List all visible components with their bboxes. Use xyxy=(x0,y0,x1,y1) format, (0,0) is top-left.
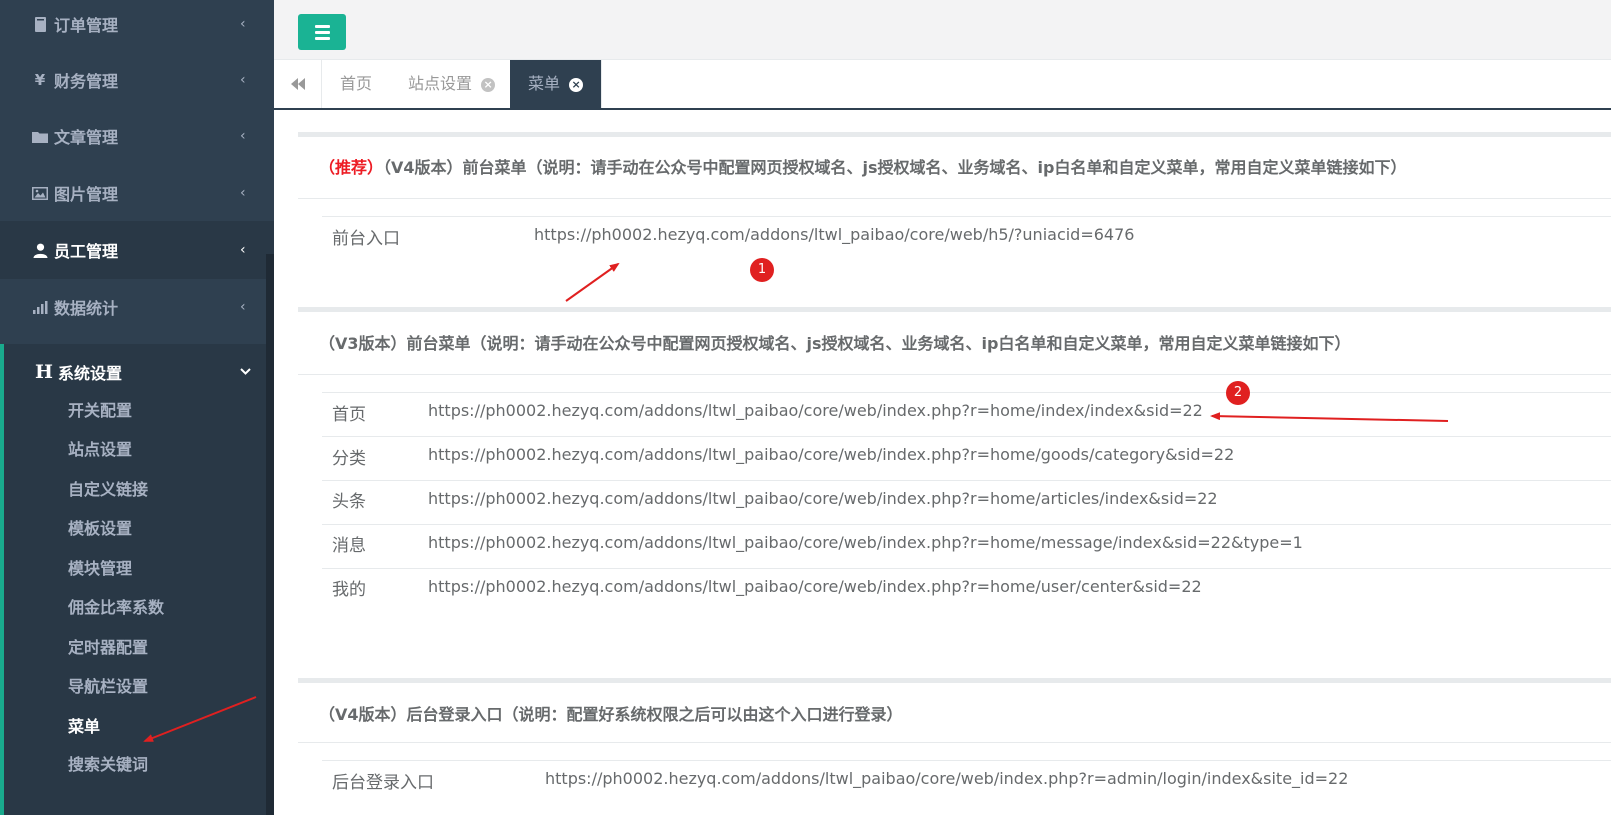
row-url: https://ph0002.hezyq.com/addons/ltwl_pai… xyxy=(428,577,1202,596)
chevron-down-icon xyxy=(240,365,251,380)
sidebar-item-label: 系统设置 xyxy=(58,364,123,383)
tab-site-settings[interactable]: 站点设置 × xyxy=(390,60,515,108)
tab-label: 首页 xyxy=(340,74,373,93)
submenu-item-custom-links[interactable]: 自定义链接 xyxy=(68,475,148,505)
section-title-v4: （推荐）（V4版本）前台菜单（说明：请手动在公众号中配置网页授权域名、js授权域… xyxy=(319,154,1406,178)
sidebar-item-system-settings[interactable]: H 系统设置 xyxy=(4,344,274,400)
tab-home[interactable]: 首页 xyxy=(322,60,392,108)
annotation-badge: 1 xyxy=(750,258,774,282)
row-label: 分类 xyxy=(332,449,366,469)
chevron-left-icon: ‹ xyxy=(240,299,246,315)
row-url: https://ph0002.hezyq.com/addons/ltwl_pai… xyxy=(428,489,1218,508)
yen-icon: ¥ xyxy=(34,71,46,89)
row-label: 首页 xyxy=(332,405,366,425)
image-icon xyxy=(31,184,49,202)
h-icon: H xyxy=(35,361,53,383)
divider xyxy=(298,198,1611,199)
app: 订单管理 ‹ ¥ 财务管理 ‹ 文章管理 ‹ 图片管理 ‹ 员工管理 ‹ 数据统… xyxy=(0,0,1611,815)
annotation-badge: 2 xyxy=(1226,381,1250,405)
double-chevron-left-icon xyxy=(290,75,305,94)
submenu-item-navbar-settings[interactable]: 导航栏设置 xyxy=(68,672,148,702)
tab-menu[interactable]: 菜单 × xyxy=(510,60,603,108)
submenu-item-template-settings[interactable]: 模板设置 xyxy=(68,514,132,544)
chevron-left-icon: ‹ xyxy=(240,185,246,201)
row-label: 我的 xyxy=(332,580,366,600)
menu-toggle-button[interactable] xyxy=(298,14,346,50)
divider xyxy=(322,568,1611,569)
chevron-left-icon: ‹ xyxy=(240,16,246,32)
tab-bar: 首页 站点设置 × 菜单 × xyxy=(274,60,1611,110)
sidebar-item-label: 数据统计 xyxy=(54,299,119,318)
submenu-item-switch-config[interactable]: 开关配置 xyxy=(68,396,132,426)
divider xyxy=(322,480,1611,481)
hamburger-icon xyxy=(314,24,330,28)
user-icon xyxy=(31,241,49,259)
divider xyxy=(298,742,1611,743)
sidebar-item-images[interactable]: 图片管理 ‹ xyxy=(0,164,274,222)
sidebar-submenu-system: H 系统设置 开关配置 站点设置 自定义链接 模板设置 模块管理 佣金比率系数 … xyxy=(0,344,274,815)
sidebar: 订单管理 ‹ ¥ 财务管理 ‹ 文章管理 ‹ 图片管理 ‹ 员工管理 ‹ 数据统… xyxy=(0,0,274,815)
sidebar-item-finance[interactable]: ¥ 财务管理 ‹ xyxy=(0,51,274,109)
row-label: 头条 xyxy=(332,492,366,512)
sidebar-item-label: 文章管理 xyxy=(54,128,119,147)
chevron-left-icon: ‹ xyxy=(240,242,246,258)
submenu-item-search-keywords[interactable]: 搜索关键词 xyxy=(68,750,148,780)
row-url: https://ph0002.hezyq.com/addons/ltwl_pai… xyxy=(428,533,1303,552)
sidebar-item-orders[interactable]: 订单管理 ‹ xyxy=(0,0,274,53)
submenu-item-timer-config[interactable]: 定时器配置 xyxy=(68,633,148,663)
row-url: https://ph0002.hezyq.com/addons/ltwl_pai… xyxy=(534,225,1135,244)
submenu-item-menu[interactable]: 菜单 xyxy=(68,712,100,742)
sidebar-scrollbar[interactable] xyxy=(266,254,274,815)
bar-chart-icon xyxy=(31,298,49,316)
sidebar-item-staff[interactable]: 员工管理 ‹ xyxy=(0,221,274,279)
section-title-v3: （V3版本）前台菜单（说明：请手动在公众号中配置网页授权域名、js授权域名、业务… xyxy=(319,334,1351,353)
divider xyxy=(298,374,1611,375)
submenu-item-module-management[interactable]: 模块管理 xyxy=(68,554,132,584)
divider xyxy=(322,392,1611,393)
row-url: https://ph0002.hezyq.com/addons/ltwl_pai… xyxy=(428,445,1235,464)
row-url: https://ph0002.hezyq.com/addons/ltwl_pai… xyxy=(428,401,1203,420)
submenu-item-site-settings[interactable]: 站点设置 xyxy=(68,435,132,465)
top-navbar xyxy=(274,0,1611,60)
sidebar-item-label: 财务管理 xyxy=(54,72,119,91)
sidebar-item-label: 员工管理 xyxy=(54,242,119,261)
divider xyxy=(322,436,1611,437)
book-icon xyxy=(31,15,49,33)
row-label: 消息 xyxy=(332,536,366,556)
tab-label: 站点设置 xyxy=(408,74,473,93)
divider xyxy=(322,760,1611,761)
close-icon[interactable]: × xyxy=(569,78,584,92)
tab-label: 菜单 xyxy=(528,74,561,93)
section-title-text: （V4版本）前台菜单（说明：请手动在公众号中配置网页授权域名、js授权域名、业务… xyxy=(383,158,1407,177)
row-label: 前台入口 xyxy=(332,229,400,249)
sidebar-item-label: 订单管理 xyxy=(54,16,119,35)
section-divider xyxy=(298,678,1611,683)
row-url: https://ph0002.hezyq.com/addons/ltwl_pai… xyxy=(545,769,1349,788)
divider xyxy=(322,216,1611,217)
sidebar-item-label: 图片管理 xyxy=(54,185,119,204)
main-content: （推荐）（V4版本）前台菜单（说明：请手动在公众号中配置网页授权域名、js授权域… xyxy=(274,110,1611,815)
tab-scroll-left-button[interactable] xyxy=(274,60,322,108)
section-divider xyxy=(298,307,1611,312)
row-label: 后台登录入口 xyxy=(332,773,434,793)
sidebar-item-articles[interactable]: 文章管理 ‹ xyxy=(0,107,274,165)
submenu-item-commission-ratio[interactable]: 佣金比率系数 xyxy=(68,593,164,623)
close-icon[interactable]: × xyxy=(481,78,496,92)
folder-icon xyxy=(31,127,49,145)
divider xyxy=(322,524,1611,525)
section-divider xyxy=(298,132,1611,137)
chevron-left-icon: ‹ xyxy=(240,72,246,88)
sidebar-item-statistics[interactable]: 数据统计 ‹ xyxy=(0,278,274,336)
chevron-left-icon: ‹ xyxy=(240,128,246,144)
section-title-admin: （V4版本）后台登录入口（说明：配置好系统权限之后可以由这个入口进行登录） xyxy=(319,705,903,724)
recommend-tag: （推荐） xyxy=(319,158,384,177)
